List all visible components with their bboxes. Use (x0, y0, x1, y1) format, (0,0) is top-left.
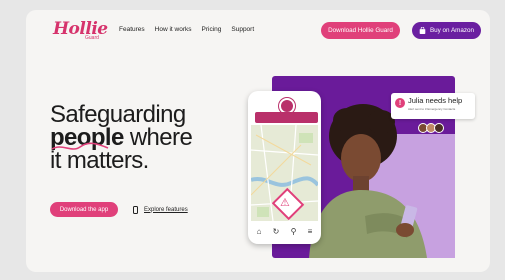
notification-subtitle: Alert sent to 3 Emergency Contacts (408, 107, 456, 111)
hero-line-3: it matters. (50, 147, 149, 174)
buy-on-amazon-button[interactable]: Buy on Amazon (412, 22, 481, 39)
nav-links: Features How it works Pricing Support (119, 26, 254, 33)
shopping-bag-icon (419, 27, 426, 34)
hero-heading: Safeguarding people where it matters. (50, 101, 193, 174)
page: Hollie Guard Features How it works Prici… (0, 0, 505, 280)
brand-logo[interactable]: Hollie Guard (53, 19, 108, 43)
nav-link-support[interactable]: Support (231, 26, 254, 33)
hero-line-2: people where (50, 126, 193, 150)
brand-sub: Guard (85, 35, 99, 41)
warning-icon: ⚠ (280, 197, 290, 209)
brand-name: Hollie (53, 19, 108, 39)
location-pin-icon: ⚲ (290, 226, 297, 236)
download-app-button[interactable]: Download Hollie Guard (321, 22, 400, 39)
status-bar-pill (255, 112, 318, 123)
refresh-icon: ↻ (272, 226, 280, 236)
nav-link-how-it-works[interactable]: How it works (155, 26, 192, 33)
alert-notification: ! Julia needs help Alert sent to 3 Emerg… (391, 93, 475, 119)
home-icon: ⌂ (256, 226, 262, 236)
phone-icon (133, 205, 138, 214)
contact-avatar (434, 123, 444, 133)
nav-link-features[interactable]: Features (119, 26, 145, 33)
nav-link-pricing[interactable]: Pricing (202, 26, 222, 33)
top-nav: Hollie Guard Features How it works Prici… (53, 17, 483, 45)
phone-bottom-nav: ⌂ ↻ ⚲ ≡ (251, 221, 318, 241)
buy-on-amazon-label: Buy on Amazon (429, 27, 475, 34)
alert-icon: ! (395, 98, 405, 108)
explore-features-label: Explore features (144, 206, 188, 213)
menu-icon: ≡ (307, 226, 313, 236)
hero-line-1: Safeguarding (50, 101, 186, 128)
emergency-contacts-avatars (418, 123, 444, 133)
explore-features-link[interactable]: Explore features (133, 203, 188, 216)
phone-app-header (251, 94, 318, 124)
download-the-app-button[interactable]: Download the app (50, 202, 118, 217)
phone-mockup: ⌂ ↻ ⚲ ≡ (248, 91, 321, 244)
notification-title: Julia needs help (408, 96, 463, 105)
